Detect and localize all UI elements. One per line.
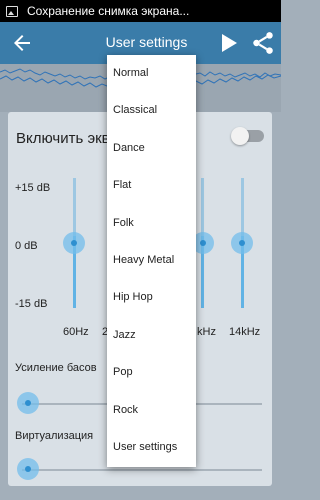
- image-icon: [6, 5, 18, 17]
- toggle-knob: [231, 127, 249, 145]
- enable-equalizer-toggle[interactable]: [231, 127, 264, 145]
- preset-item-normal[interactable]: Normal: [107, 55, 196, 92]
- preset-item-user-settings[interactable]: User settings: [107, 429, 196, 466]
- preset-item-jazz[interactable]: Jazz: [107, 317, 196, 354]
- preset-item-heavy-metal[interactable]: Heavy Metal: [107, 242, 196, 279]
- status-notification-text: Сохранение снимка экрана...: [27, 4, 190, 18]
- preset-item-pop[interactable]: Pop: [107, 354, 196, 391]
- virtualization-track: [22, 469, 262, 471]
- preset-item-dance[interactable]: Dance: [107, 130, 196, 167]
- freq-label-band4: kHz: [197, 326, 216, 338]
- preset-item-classical[interactable]: Classical: [107, 92, 196, 129]
- preset-item-flat[interactable]: Flat: [107, 167, 196, 204]
- virtualization-slider[interactable]: [17, 458, 39, 480]
- preset-dropdown-menu: Normal Classical Dance Flat Folk Heavy M…: [107, 55, 196, 467]
- share-icon[interactable]: [250, 30, 276, 56]
- preset-item-folk[interactable]: Folk: [107, 205, 196, 242]
- freq-label-60hz: 60Hz: [63, 326, 89, 338]
- db-label-mid: 0 dB: [15, 240, 38, 252]
- db-label-top: +15 dB: [15, 182, 51, 194]
- eq-band-track-upper: [241, 178, 244, 236]
- status-bar: Сохранение снимка экрана...: [0, 0, 281, 22]
- eq-band-track-upper: [201, 178, 204, 236]
- eq-band-60hz-knob[interactable]: [63, 232, 85, 254]
- play-icon[interactable]: [218, 31, 240, 55]
- freq-label-14khz: 14kHz: [229, 326, 261, 338]
- bass-boost-label: Усиление басов: [15, 362, 97, 374]
- virtualization-label: Виртуализация: [15, 430, 94, 442]
- enable-equalizer-label: Включить эквалайзер: [16, 130, 111, 147]
- preset-item-rock[interactable]: Rock: [107, 392, 196, 429]
- bass-boost-slider[interactable]: [17, 392, 39, 414]
- eq-band-track-upper: [73, 178, 76, 236]
- db-label-bottom: -15 dB: [15, 298, 48, 310]
- preset-item-hip-hop[interactable]: Hip Hop: [107, 279, 196, 316]
- eq-band-14khz-knob[interactable]: [231, 232, 253, 254]
